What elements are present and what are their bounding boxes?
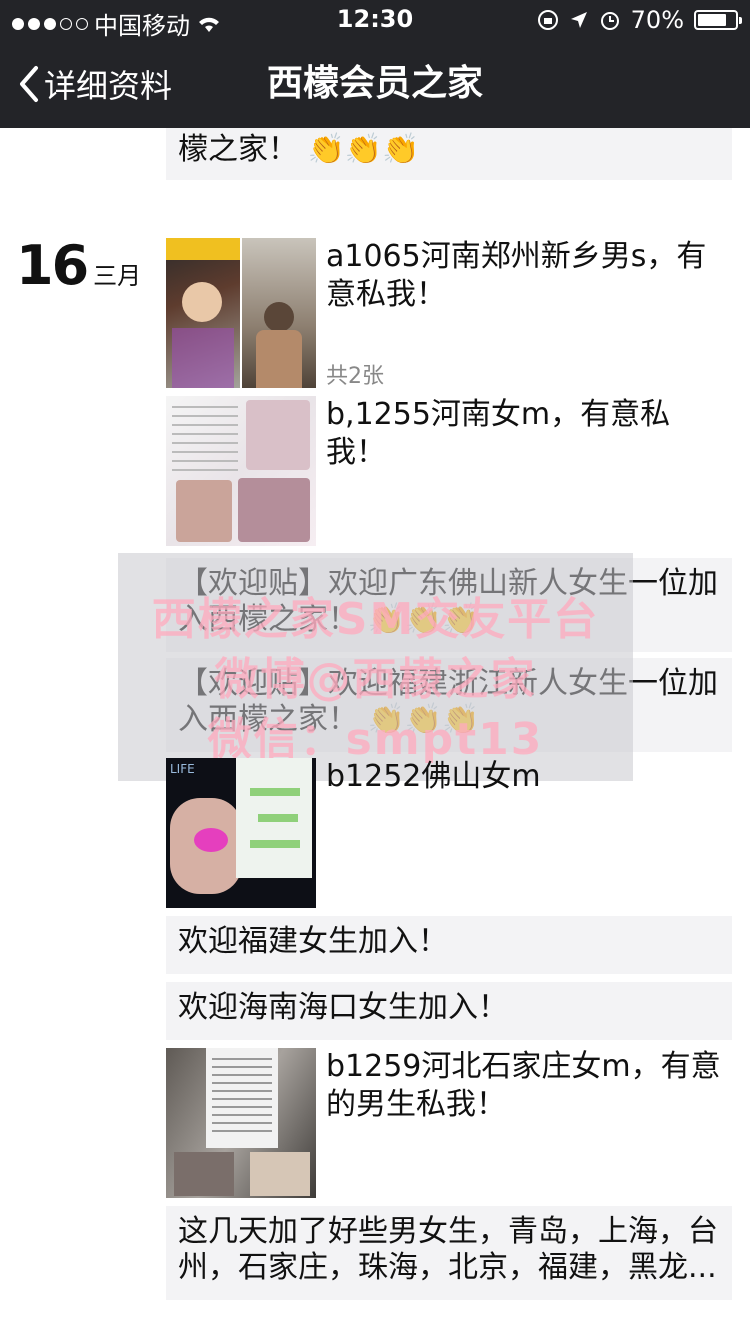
photo-count: 共2张 — [326, 364, 384, 389]
photo-thumbnail[interactable] — [166, 238, 240, 388]
alarm-icon — [600, 12, 619, 30]
watermark-line: 西檬之家SM交友平台 — [151, 594, 600, 645]
post-text: b1252佛山女m — [326, 759, 541, 794]
photo-thumbnail[interactable] — [242, 238, 316, 388]
battery-percent: 70% — [630, 6, 684, 34]
date-header: 16 三月 — [16, 234, 141, 297]
watermark-line: 微博@西檬之家 — [214, 654, 537, 705]
post-text: 这几天加了好些男女生，青岛，上海，台州，石家庄，珠海，北京，福建，黑龙... — [178, 1214, 718, 1285]
post-text: b,1255河南女m，有意私我！ — [326, 397, 671, 470]
photo-thumbnail[interactable]: LIFE — [166, 758, 316, 908]
list-item[interactable]: b,1255河南女m，有意私我！ — [166, 396, 732, 546]
list-item[interactable]: a1065河南郑州新乡男s，有意私我！ 共2张 — [166, 238, 732, 389]
nav-bar: 详细资料 西檬会员之家 — [0, 40, 750, 128]
battery-icon — [694, 10, 742, 30]
photo-thumbnail[interactable] — [166, 1048, 316, 1198]
post-text: b1259河北石家庄女m，有意的男生私我！ — [326, 1049, 721, 1122]
page-title: 西檬会员之家 — [266, 63, 483, 104]
post-text: 欢迎海南海口女生加入！ — [178, 990, 508, 1025]
list-item[interactable]: 这几天加了好些男女生，青岛，上海，台州，石家庄，珠海，北京，福建，黑龙... — [166, 1206, 732, 1300]
date-month: 三月 — [93, 262, 142, 290]
list-item[interactable]: LIFE b1252佛山女m — [166, 758, 732, 908]
list-item[interactable]: 欢迎海南海口女生加入！ — [166, 982, 732, 1040]
post-text: 檬之家！ — [178, 132, 298, 167]
list-item[interactable]: 欢迎福建女生加入！ — [166, 916, 732, 974]
post-text: a1065河南郑州新乡男s，有意私我！ — [326, 239, 707, 312]
date-day: 16 — [16, 234, 89, 297]
status-right: 70% — [537, 6, 742, 34]
clap-emoji: 👏👏👏 — [307, 132, 420, 167]
timeline[interactable]: 檬之家！ 👏👏👏 16 三月 a1065河南郑州新乡男s，有意私我！ 共2张 b… — [0, 128, 750, 1334]
rotation-lock-icon — [537, 10, 558, 30]
status-bar: 中国移动 12:30 70% — [0, 0, 750, 40]
list-item[interactable]: b1259河北石家庄女m，有意的男生私我！ — [166, 1048, 732, 1198]
photo-thumbnail[interactable] — [166, 396, 316, 546]
location-icon — [570, 12, 587, 28]
post-text: 欢迎福建女生加入！ — [178, 924, 448, 959]
list-item[interactable]: 檬之家！ 👏👏👏 — [166, 128, 732, 180]
